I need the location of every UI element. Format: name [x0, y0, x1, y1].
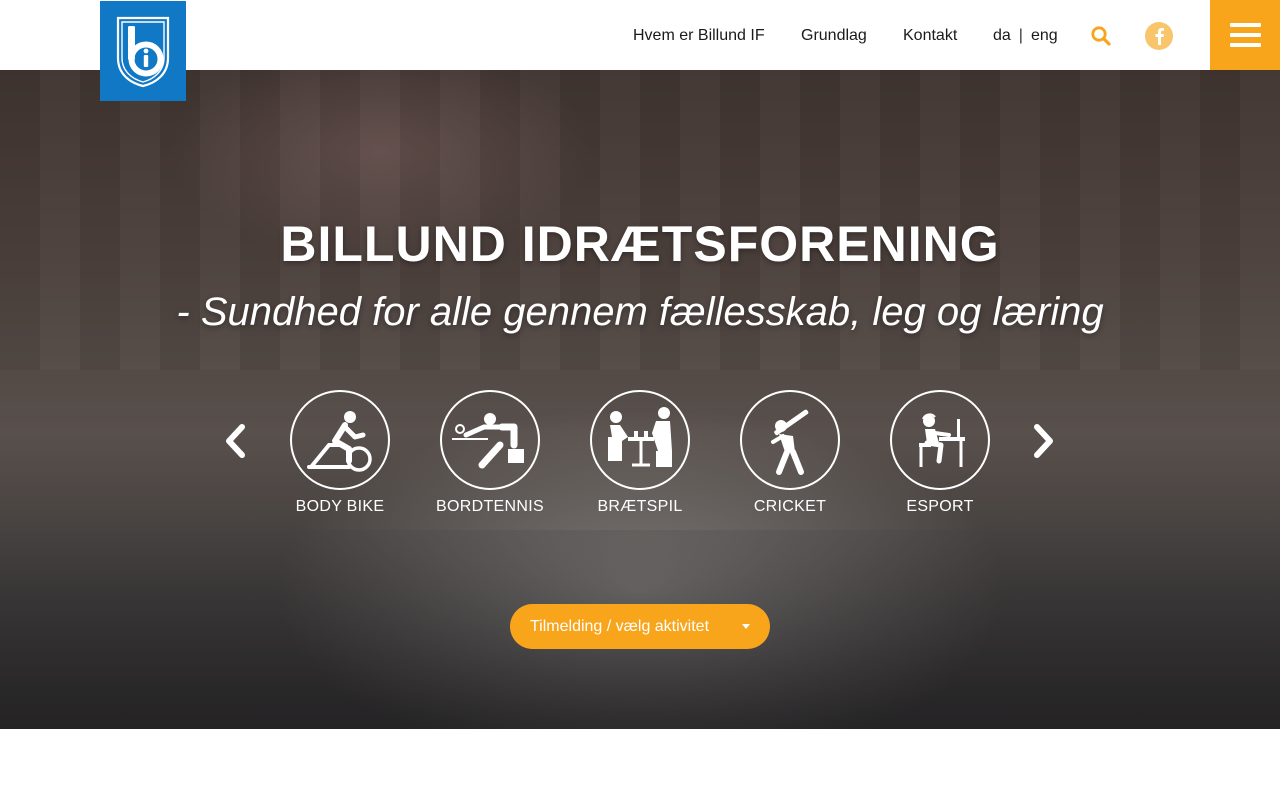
- activity-esport[interactable]: ESPORT: [880, 390, 1000, 516]
- lang-da-link[interactable]: da: [993, 27, 1011, 45]
- activity-cricket[interactable]: CRICKET: [730, 390, 850, 516]
- activity-circle: [440, 390, 540, 490]
- activity-circle: [290, 390, 390, 490]
- signup-activity-dropdown[interactable]: Tilmelding / vælg aktivitet: [510, 604, 770, 649]
- facebook-icon[interactable]: [1145, 22, 1173, 50]
- chevron-left-icon[interactable]: [222, 423, 250, 459]
- nav-item-hvem-er-billund-if[interactable]: Hvem er Billund IF: [633, 0, 765, 72]
- activity-label: BODY BIKE: [295, 498, 385, 515]
- table-tennis-icon: [452, 413, 524, 469]
- activity-circle: [890, 390, 990, 490]
- activity-label: ESPORT: [906, 498, 974, 515]
- activity-braetspil[interactable]: BRÆTSPIL: [580, 390, 700, 516]
- menu-bar: [1229, 43, 1261, 47]
- nav-link[interactable]: Kontakt: [903, 27, 957, 45]
- activity-circle: [740, 390, 840, 490]
- nav-link[interactable]: Grundlag: [801, 27, 867, 45]
- activity-label: CRICKET: [753, 498, 827, 515]
- cricket-icon: [771, 409, 809, 475]
- caret-down-icon: [742, 624, 750, 629]
- signup-label: Tilmelding / vælg aktivitet: [530, 617, 710, 635]
- hero-subtitle: - Sundhed for alle gennem fællesskab, le…: [176, 290, 1104, 334]
- language-switcher: da | eng: [993, 0, 1058, 72]
- nav-link[interactable]: Hvem er Billund IF: [633, 27, 765, 45]
- menu-bar: [1229, 23, 1261, 27]
- nav-item-grundlag[interactable]: Grundlag: [801, 0, 867, 72]
- esport-icon: [919, 413, 965, 467]
- activity-bordtennis[interactable]: BORDTENNIS: [430, 390, 550, 516]
- hero-title: BILLUND IDRÆTSFORENING: [280, 216, 1000, 272]
- hamburger-menu-icon[interactable]: [1210, 0, 1280, 70]
- lang-separator: |: [1018, 27, 1023, 44]
- activity-label: BORDTENNIS: [436, 498, 544, 515]
- activity-circle: [590, 390, 690, 490]
- activity-label: BRÆTSPIL: [597, 498, 683, 515]
- menu-bar: [1229, 33, 1261, 37]
- board-game-icon: [608, 407, 672, 467]
- cycling-icon: [307, 411, 372, 472]
- chevron-right-icon[interactable]: [1029, 423, 1057, 459]
- nav-item-kontakt[interactable]: Kontakt: [903, 0, 957, 72]
- lang-eng-link[interactable]: eng: [1031, 27, 1058, 45]
- search-icon[interactable]: [1090, 25, 1112, 47]
- billund-if-logo-icon[interactable]: [100, 1, 186, 101]
- site-header: Hvem er Billund IF Grundlag Kontakt da |…: [0, 0, 1280, 70]
- hero-section: BILLUND IDRÆTSFORENING - Sundhed for all…: [0, 70, 1280, 729]
- activity-body-bike[interactable]: BODY BIKE: [280, 390, 400, 516]
